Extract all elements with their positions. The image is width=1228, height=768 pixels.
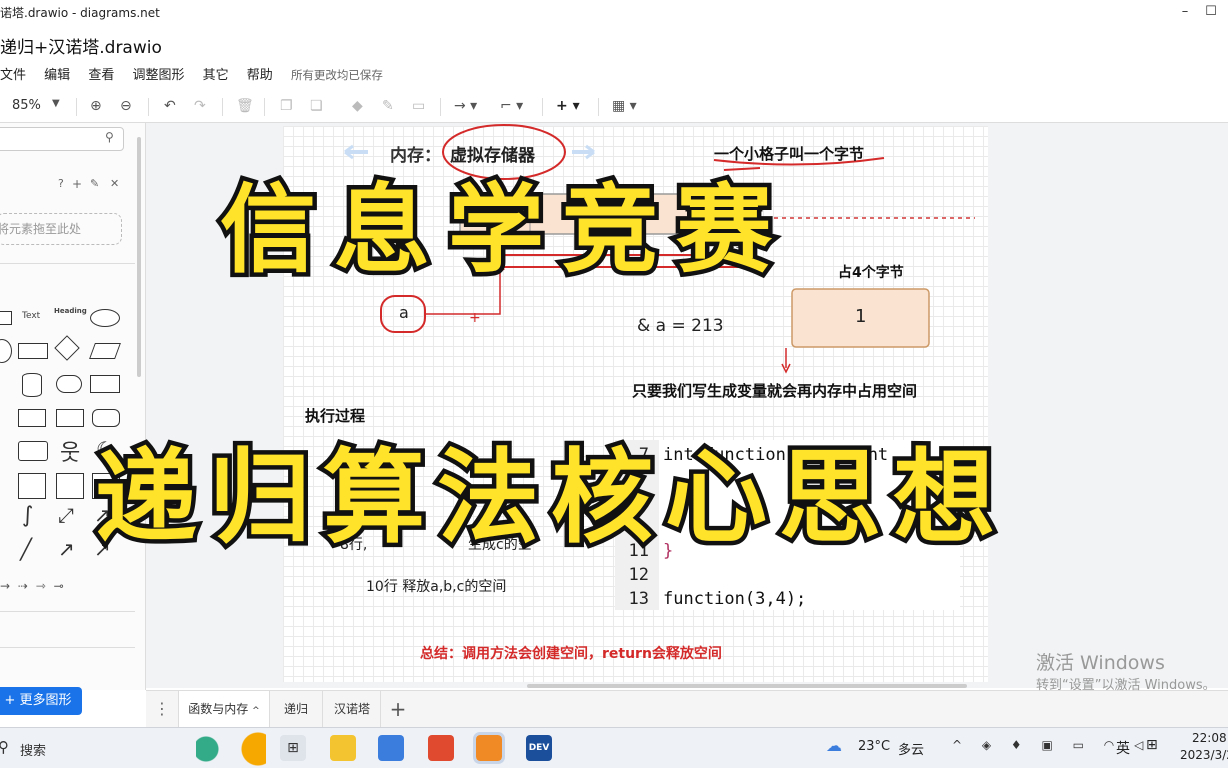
virtual-memory-label: 虚拟存储器 (450, 146, 535, 166)
four-bytes-note: 占4个字节 (838, 265, 904, 281)
search-icon[interactable]: ⚲ (0, 738, 9, 756)
weather-icon[interactable]: ☁ (826, 736, 842, 755)
activation-watermark: 激活 Windows (1036, 652, 1165, 674)
line-number: 13 (628, 589, 649, 609)
step-release: 10行 释放a,b,c的空间 (366, 579, 507, 595)
weather-desc[interactable]: 多云 (898, 739, 924, 758)
overlay-title-line2: 递归算法核心思想 (91, 435, 1007, 563)
tab-recursion[interactable]: 递归 (270, 691, 323, 727)
clock-time[interactable]: 22:08 (1192, 731, 1227, 745)
tab-label: 函数与内存 (188, 702, 249, 716)
ime-indicator[interactable]: 英 (1116, 738, 1130, 758)
devcpp-icon[interactable]: DEV (526, 735, 552, 761)
overlay-title-line1: 信息学竞赛 (216, 170, 790, 291)
ime-layout-icon[interactable]: ⊞ (1146, 737, 1158, 753)
tab-functions-memory[interactable]: 函数与内存 ^ (178, 691, 270, 727)
chevron-up-icon[interactable]: ^ (252, 706, 260, 716)
summary-note: 总结：调用方法会创建空间，return会释放空间 (420, 646, 722, 662)
tab-label: 汉诺塔 (333, 702, 370, 716)
taskbar: ⚲ 搜索 ⊞ DEV ☁ 23°C 多云 ^ ◈ ♦ ▣ ▭ ◠ ◁ 英 ⊞ 2… (0, 727, 1228, 768)
drawio-icon[interactable] (473, 732, 505, 764)
tab-hanoi[interactable]: 汉诺塔 (324, 691, 381, 727)
address-of-a: & a = 213 (637, 316, 724, 336)
search-highlight-icon[interactable] (196, 732, 266, 766)
page-tabs: ⋮ 函数与内存 ^ 递归 汉诺塔 + (146, 690, 1228, 727)
tab-label: 递归 (283, 702, 308, 716)
activation-watermark-sub: 转到“设置”以激活 Windows。 (1036, 678, 1216, 693)
memory-label: 内存： (390, 146, 441, 166)
file-explorer-icon[interactable] (330, 735, 356, 761)
task-view-icon[interactable]: ⊞ (280, 735, 306, 761)
code-line: function(3,4); (663, 589, 807, 609)
variable-note: 只要我们写生成变量就会再内存中占用空间 (632, 382, 918, 400)
plus-mark: + (469, 310, 481, 326)
clock-date[interactable]: 2023/3/2 (1180, 748, 1228, 762)
byte-note: 一个小格子叫一个字节 (714, 145, 865, 163)
taskbar-search[interactable]: 搜索 (20, 740, 46, 759)
canvas-scrollbar[interactable] (527, 684, 967, 688)
weather-temp[interactable]: 23°C (858, 739, 890, 754)
xmind-icon[interactable] (428, 735, 454, 761)
variable-a: a (399, 303, 409, 322)
value-box-text: 1 (855, 306, 867, 327)
exec-title: 执行过程 (305, 407, 366, 425)
app-icon[interactable] (378, 735, 404, 761)
add-page-icon[interactable]: + (386, 691, 410, 727)
pages-menu-icon[interactable]: ⋮ (154, 691, 170, 727)
line-number: 12 (628, 565, 649, 585)
